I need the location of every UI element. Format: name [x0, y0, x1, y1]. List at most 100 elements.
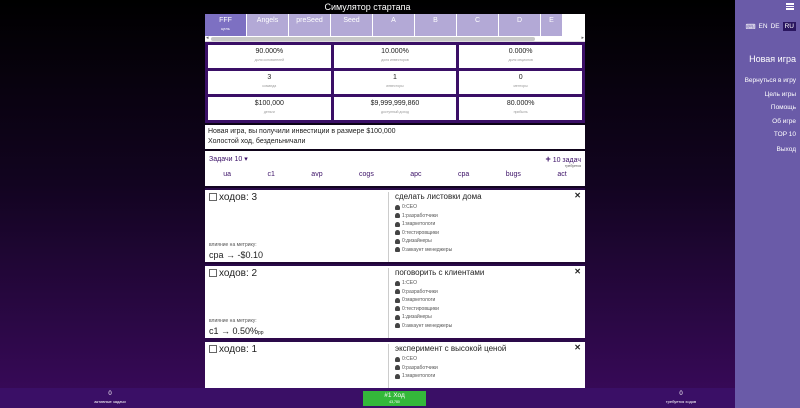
- person-icon: [395, 204, 400, 210]
- sidebar-item-exit[interactable]: Выход: [777, 146, 796, 153]
- tab-label: A: [391, 17, 396, 24]
- tab-seed[interactable]: Seed: [331, 14, 373, 36]
- task-requirements: 0:CEO 0:разработчики 1:маркетологи: [395, 355, 575, 381]
- add-tasks-sub: требуется: [564, 164, 581, 168]
- metric-value: 0: [518, 74, 523, 81]
- chevron-down-icon: ▾: [244, 156, 248, 163]
- metric-tab-apc[interactable]: apc: [410, 171, 421, 178]
- impact-label: влияние на метрику:: [209, 318, 257, 324]
- tab-fff[interactable]: FFF цель: [205, 14, 247, 36]
- new-game-link[interactable]: Новая игра: [749, 54, 796, 64]
- language-switcher: ⌨ EN DE RU: [745, 22, 796, 31]
- task-card: ходов: 2 влияние на метрику: c1 → 0.50%p…: [205, 264, 585, 338]
- task-name: сделать листовки дома: [395, 192, 482, 201]
- next-move-label: #1 Ход: [384, 392, 405, 399]
- metric-tab-ua[interactable]: ua: [223, 171, 231, 178]
- req-item: 1:маркетологи: [402, 221, 436, 227]
- tabs-scrollbar[interactable]: ◂ ▸: [205, 35, 585, 42]
- stage-tabs: FFF цель Angels preSeed Seed A B C D E: [205, 14, 585, 36]
- page-title: Симулятор стартапа: [324, 2, 411, 12]
- person-icon: [395, 297, 400, 303]
- add-tasks-button[interactable]: + 10 задач требуется: [545, 154, 581, 168]
- tab-c[interactable]: C: [457, 14, 499, 36]
- metric-label: прибыль: [513, 110, 528, 114]
- sidebar-item-about[interactable]: Об игре: [745, 115, 796, 129]
- metric-tab-cogs[interactable]: cogs: [359, 171, 374, 178]
- task-right: поговорить с клиентами 1:CEO 0:разработч…: [395, 268, 575, 330]
- task-name: эксперимент с высокой ценой: [395, 344, 507, 353]
- metric-tab-act[interactable]: act: [557, 171, 566, 178]
- tab-label: preSeed: [296, 17, 323, 24]
- metric-founders-share: 90.000% доля основателей: [208, 45, 331, 68]
- req-item: 1:маркетологи: [402, 373, 436, 379]
- event-log: Новая игра, вы получили инвестиции в раз…: [205, 125, 585, 149]
- req-item: 0:CEO: [402, 204, 418, 210]
- metric-label: доля инвесторов: [381, 58, 409, 62]
- metric-tab-c1[interactable]: c1: [267, 171, 274, 178]
- active-tasks-value: 0: [108, 391, 112, 397]
- metric-money: $100,000 деньги: [208, 97, 331, 120]
- sidebar-item-goal[interactable]: Цель игры: [745, 88, 796, 102]
- metric-options-share: 0.000% доля опционов: [459, 45, 582, 68]
- task-left: ходов: 2 влияние на метрику: c1 → 0.50%p…: [209, 268, 389, 338]
- close-icon[interactable]: ✕: [574, 267, 581, 276]
- scroll-right-icon[interactable]: ▸: [581, 35, 584, 41]
- person-icon: [395, 289, 400, 295]
- tasks-dropdown[interactable]: Задачи 10 ▾: [209, 155, 248, 163]
- metric-label: менторы: [513, 84, 528, 88]
- req-item: 0:тестировщики: [402, 229, 439, 236]
- task-impact: cpa → -$0.10: [209, 250, 263, 260]
- person-icon: [395, 373, 400, 379]
- person-icon: [395, 314, 400, 320]
- sidebar: ⌨ EN DE RU Новая игра Вернуться в игру Ц…: [735, 0, 800, 408]
- scroll-left-icon[interactable]: ◂: [206, 35, 209, 41]
- tasks-dropdown-label: Задачи 10: [209, 156, 243, 163]
- close-icon[interactable]: ✕: [574, 191, 581, 200]
- person-icon: [395, 323, 400, 329]
- task-moves: ходов: 3: [219, 192, 258, 203]
- hamburger-menu-icon[interactable]: [786, 2, 794, 11]
- req-item: 0:тестировщики: [402, 305, 439, 312]
- tab-angels[interactable]: Angels: [247, 14, 289, 36]
- active-tasks-stat: 0 активные задачи: [90, 391, 130, 405]
- metric-tab-avp[interactable]: avp: [311, 171, 322, 178]
- metric-tab-cpa[interactable]: cpa: [458, 171, 469, 178]
- task-right: эксперимент с высокой ценой 0:CEO 0:разр…: [395, 344, 575, 381]
- task-checkbox[interactable]: [209, 269, 217, 278]
- metric-tab-bugs[interactable]: bugs: [506, 171, 521, 178]
- sidebar-item-help[interactable]: Помощь: [745, 101, 796, 115]
- req-item: 0:дизайнеры: [402, 238, 432, 244]
- tab-d[interactable]: D: [499, 14, 541, 36]
- next-move-button[interactable]: #1 Ход 43,780: [363, 391, 426, 406]
- lang-en[interactable]: EN: [759, 23, 768, 30]
- person-icon: [395, 213, 400, 219]
- req-item: 0:разработчики: [402, 364, 438, 371]
- impact-value: cpa → -$0.10: [209, 250, 264, 260]
- tab-b[interactable]: B: [415, 14, 457, 36]
- scrollbar-thumb[interactable]: [211, 37, 535, 41]
- sidebar-item-return[interactable]: Вернуться в игру: [745, 74, 796, 88]
- task-checkbox[interactable]: [209, 345, 217, 354]
- metric-value: 80.000%: [506, 100, 535, 107]
- req-item: 0:маркетологи: [402, 297, 436, 303]
- log-line: Новая игра, вы получили инвестиции в раз…: [208, 128, 396, 135]
- metric-mentors: 0 менторы: [459, 71, 582, 94]
- impact-suffix: pp: [258, 330, 264, 336]
- tab-e[interactable]: E: [541, 14, 563, 36]
- main-panel: FFF цель Angels preSeed Seed A B C D E ◂ …: [205, 14, 585, 408]
- metric-value: 0.000%: [508, 48, 533, 55]
- tab-label: B: [433, 17, 438, 24]
- metrics-grid: 90.000% доля основателей 10.000% доля инве…: [205, 42, 585, 123]
- metric-investors-share: 10.000% доля инвесторов: [333, 45, 457, 68]
- lang-ru[interactable]: RU: [782, 22, 796, 31]
- task-requirements: 1:CEO 0:разработчики 0:маркетологи 0:тес…: [395, 279, 575, 330]
- task-checkbox[interactable]: [209, 193, 217, 202]
- task-impact: c1 → 0.50%pp: [209, 326, 264, 336]
- sidebar-menu: Вернуться в игру Цель игры Помощь Об игр…: [745, 74, 796, 142]
- sidebar-item-top10[interactable]: TOP 10: [745, 128, 796, 142]
- close-icon[interactable]: ✕: [574, 343, 581, 352]
- tab-a[interactable]: A: [373, 14, 415, 36]
- lang-de[interactable]: DE: [771, 23, 780, 30]
- metric-investors: 1 инвесторы: [333, 71, 457, 94]
- tab-preseed[interactable]: preSeed: [289, 14, 331, 36]
